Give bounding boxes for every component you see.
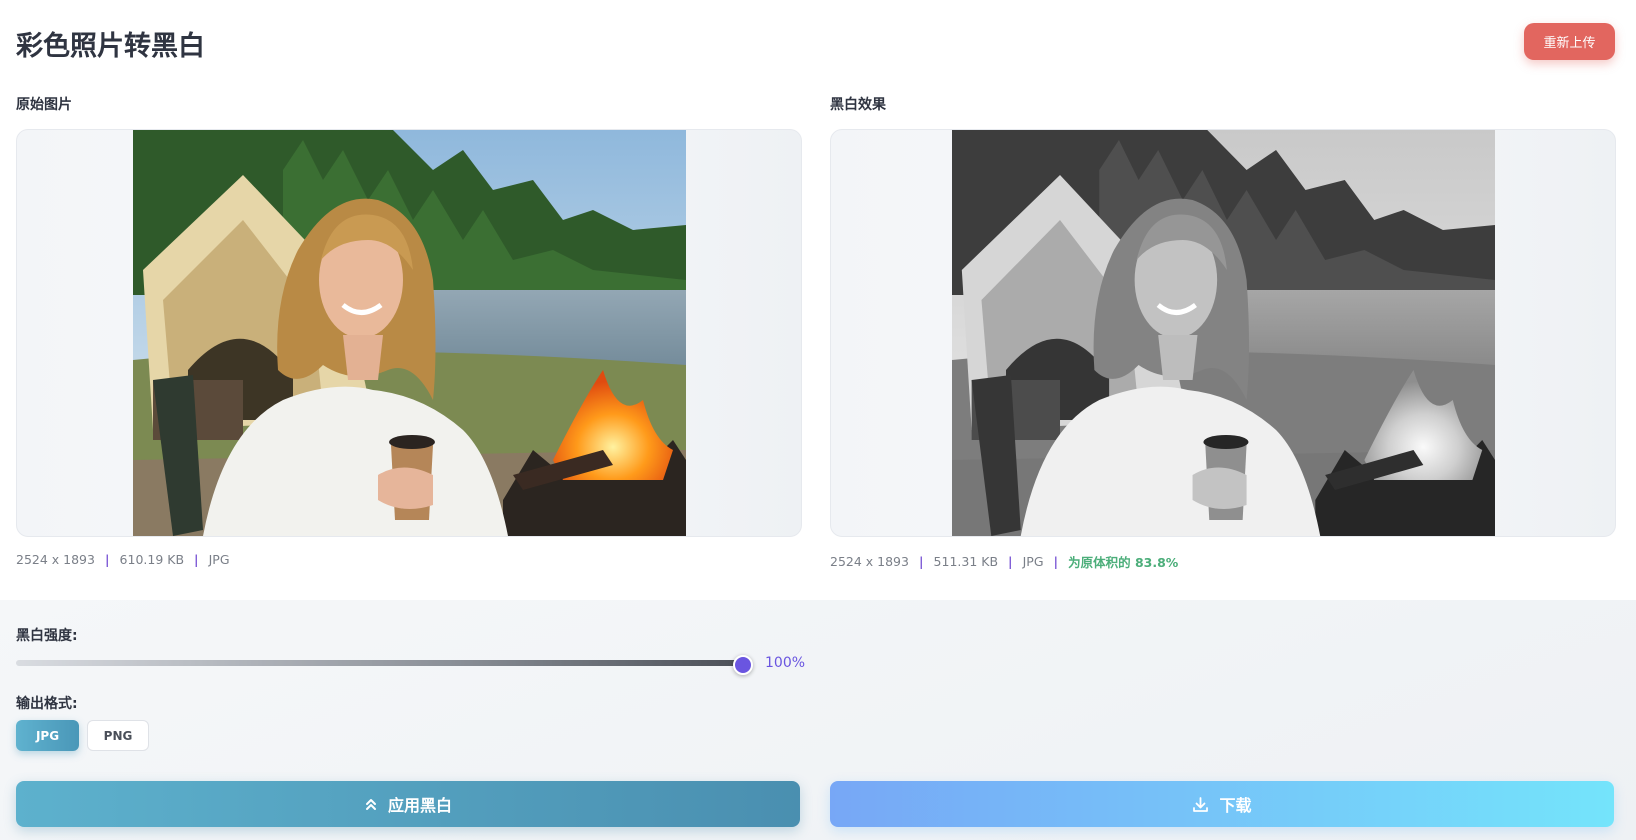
meta-separator: | xyxy=(918,554,924,569)
meta-separator: | xyxy=(194,552,199,567)
apply-bw-label: 应用黑白 xyxy=(387,796,452,815)
result-label: 黑白效果 xyxy=(830,97,886,113)
intensity-slider-thumb[interactable] xyxy=(733,655,753,675)
intensity-slider-track[interactable] xyxy=(16,660,745,666)
original-meta: 2524 x 1893 | 610.19 KB | JPG xyxy=(16,552,230,567)
result-image-panel xyxy=(830,129,1616,537)
intensity-label: 黑白强度: xyxy=(16,628,78,644)
meta-separator: | xyxy=(1008,554,1013,569)
original-format: JPG xyxy=(208,552,230,567)
apply-bw-button[interactable]: 应用黑白 xyxy=(16,781,800,827)
intensity-value: 100% xyxy=(765,655,806,671)
format-jpg-button[interactable]: JPG xyxy=(16,720,79,751)
result-meta: 2524 x 1893 | 511.31 KB | JPG | 为原体积的 83… xyxy=(830,552,1178,571)
original-dimensions: 2524 x 1893 xyxy=(16,552,95,567)
download-icon xyxy=(1192,796,1209,813)
double-chevron-up-icon xyxy=(364,797,378,811)
result-dimensions: 2524 x 1893 xyxy=(830,554,909,569)
size-ratio: 为原体积的 83.8% xyxy=(1068,555,1179,570)
preview-area: 彩色照片转黑白 重新上传 原始图片 黑白效果 2524 x 1893 | 610… xyxy=(0,0,1636,600)
original-image-panel xyxy=(16,129,802,537)
original-label: 原始图片 xyxy=(16,97,72,113)
original-photo xyxy=(133,130,686,536)
meta-separator: | xyxy=(104,552,110,567)
meta-separator: | xyxy=(1053,554,1059,569)
result-size: 511.31 KB xyxy=(933,554,999,569)
result-photo xyxy=(952,130,1495,536)
format-png-button[interactable]: PNG xyxy=(87,720,149,751)
page-title: 彩色照片转黑白 xyxy=(16,31,205,62)
download-label: 下载 xyxy=(1219,796,1252,815)
download-button[interactable]: 下载 xyxy=(830,781,1614,827)
format-label: 输出格式: xyxy=(16,696,78,712)
original-size: 610.19 KB xyxy=(119,552,185,567)
reupload-button[interactable]: 重新上传 xyxy=(1524,23,1615,60)
result-format: JPG xyxy=(1022,554,1044,569)
